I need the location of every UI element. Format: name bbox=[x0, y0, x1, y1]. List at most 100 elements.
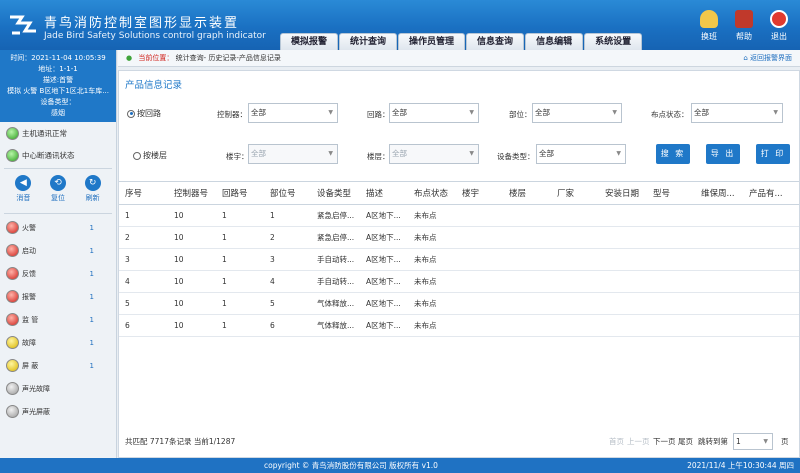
nav-info-query[interactable]: 信息查询 bbox=[466, 33, 525, 50]
location-pin-icon: ● bbox=[126, 54, 133, 62]
table-header: 序号 控制器号 回路号 部位号 设备类型 描述 布点状态 楼宇 楼层 厂家 安装… bbox=[119, 181, 799, 205]
breadcrumb-path: 统计查询- 历史记录-产品信息记录 bbox=[175, 54, 281, 62]
nav-statistics[interactable]: 统计查询 bbox=[339, 33, 398, 50]
main-content: 产品信息记录 按回路 控制器： 全部 ▼ 回路： 全部 ▼ 部位： 全部 ▼ 布点状态… bbox=[118, 70, 800, 458]
shift-change-button[interactable]: 换班 bbox=[694, 10, 724, 42]
part-select[interactable]: 全部 ▼ bbox=[532, 103, 622, 123]
building-label: 楼宇： bbox=[226, 152, 249, 161]
chevron-down-icon: ▼ bbox=[763, 438, 768, 445]
table-row[interactable]: 5 10 1 5 气体释放... A区地下... 未布点 bbox=[119, 293, 799, 315]
floor-select[interactable]: 全部 ▼ bbox=[389, 144, 479, 164]
first-page-button[interactable]: 首页 bbox=[609, 436, 624, 447]
app-subtitle: Jade Bird Safety Solutions control graph… bbox=[44, 31, 266, 41]
status-feedback[interactable]: 反馈 1 bbox=[0, 262, 116, 285]
print-button[interactable]: 打 印 bbox=[756, 144, 790, 164]
help-button[interactable]: 帮助 bbox=[729, 10, 759, 42]
info-description: 描述:首警 bbox=[42, 76, 74, 84]
copyright: copyright © 青鸟消防股份有限公司 版权所有 v1.0 bbox=[264, 461, 438, 470]
column-header[interactable]: 楼层 bbox=[509, 182, 526, 206]
status-count: 1 bbox=[89, 269, 94, 278]
radio-by-loop[interactable]: 按回路 bbox=[127, 108, 161, 119]
nav-info-edit[interactable]: 信息编辑 bbox=[525, 33, 584, 50]
refresh-icon: ↻ bbox=[84, 175, 101, 191]
reset-icon: ⟲ bbox=[49, 175, 66, 191]
refresh-button[interactable]: ↻ 刷新 bbox=[84, 175, 101, 207]
radio-unchecked-icon bbox=[133, 151, 141, 160]
chevron-down-icon: ▼ bbox=[773, 109, 778, 116]
chevron-down-icon: ▼ bbox=[469, 150, 474, 157]
device-type-label: 设备类型： bbox=[497, 152, 535, 161]
back-to-alarm-link[interactable]: ⌂ 返回报警界面 bbox=[743, 50, 792, 67]
status-count: 1 bbox=[89, 361, 94, 370]
column-header[interactable]: 安装日期 bbox=[605, 182, 639, 206]
controller-select[interactable]: 全部 ▼ bbox=[248, 103, 338, 123]
column-header[interactable]: 布点状态 bbox=[414, 182, 448, 206]
radio-by-floor[interactable]: 按楼层 bbox=[133, 150, 167, 161]
yellow-led-icon bbox=[6, 359, 19, 372]
nav-system-settings[interactable]: 系统设置 bbox=[584, 33, 643, 50]
search-button[interactable]: 搜 索 bbox=[656, 144, 690, 164]
status-start[interactable]: 启动 1 bbox=[0, 239, 116, 262]
next-page-button[interactable]: 下一页 bbox=[653, 436, 676, 447]
export-button[interactable]: 导 出 bbox=[706, 144, 740, 164]
status-fault[interactable]: 故障 1 bbox=[0, 331, 116, 354]
chevron-down-icon: ▼ bbox=[616, 150, 621, 157]
status-supervise[interactable]: 监 管 1 bbox=[0, 308, 116, 331]
column-header[interactable]: 回路号 bbox=[222, 182, 248, 206]
column-header[interactable]: 型号 bbox=[653, 182, 670, 206]
red-led-icon bbox=[6, 313, 19, 326]
table-row[interactable]: 1 10 1 1 紧急启停... A区地下... 未布点 bbox=[119, 205, 799, 227]
status-count: 1 bbox=[89, 292, 94, 301]
chevron-down-icon: ▼ bbox=[328, 150, 333, 157]
nav-operator-management[interactable]: 操作员管理 bbox=[398, 33, 466, 50]
table-row[interactable]: 6 10 1 6 气体释放... A区地下... 未布点 bbox=[119, 315, 799, 337]
part-label: 部位： bbox=[509, 110, 532, 119]
info-device-type-value: 感烟 bbox=[51, 109, 65, 117]
point-state-select[interactable]: 全部 ▼ bbox=[691, 103, 783, 123]
column-header[interactable]: 设备类型 bbox=[317, 182, 351, 206]
table-row[interactable]: 3 10 1 3 手自动转... A区地下... 未布点 bbox=[119, 249, 799, 271]
footer-datetime: 2021/11/4 上午10:30:44 周四 bbox=[687, 461, 794, 470]
info-device-type-label: 设备类型： bbox=[40, 98, 76, 106]
table-row[interactable]: 4 10 1 4 手自动转... A区地下... 未布点 bbox=[119, 271, 799, 293]
column-header[interactable]: 维保周... bbox=[701, 182, 749, 206]
red-led-icon bbox=[6, 290, 19, 303]
exit-button[interactable]: 退出 bbox=[764, 10, 794, 42]
records-table: 序号 控制器号 回路号 部位号 设备类型 描述 布点状态 楼宇 楼层 厂家 安装… bbox=[119, 181, 799, 337]
floor-label: 楼层： bbox=[367, 152, 390, 161]
speaker-icon: ◀ bbox=[15, 175, 32, 191]
status-fire-alarm[interactable]: 火警 1 bbox=[0, 216, 116, 239]
column-header[interactable]: 厂家 bbox=[557, 182, 574, 206]
page-number-select[interactable]: 1 ▼ bbox=[733, 433, 773, 450]
loop-select[interactable]: 全部 ▼ bbox=[389, 103, 479, 123]
breadcrumb: ● 当前位置： 统计查询- 历史记录-产品信息记录 ⌂ 返回报警界面 bbox=[118, 50, 800, 67]
record-summary: 共匹配 7717条记录 当前1/1287 bbox=[125, 437, 236, 446]
book-icon bbox=[735, 10, 753, 28]
column-header[interactable]: 产品有... bbox=[749, 182, 797, 206]
column-header[interactable]: 序号 bbox=[125, 182, 142, 206]
jump-label: 跳转到第 bbox=[698, 437, 728, 446]
prev-page-button[interactable]: 上一页 bbox=[627, 436, 650, 447]
silence-button[interactable]: ◀ 消音 bbox=[15, 175, 32, 207]
nav-simulate-alarm[interactable]: 模拟报警 bbox=[280, 33, 339, 50]
status-count: 1 bbox=[89, 338, 94, 347]
column-header[interactable]: 描述 bbox=[366, 182, 383, 206]
column-header[interactable]: 部位号 bbox=[270, 182, 296, 206]
column-header[interactable]: 控制器号 bbox=[174, 182, 208, 206]
status-shield[interactable]: 屏 蔽 1 bbox=[0, 354, 116, 377]
building-select[interactable]: 全部 ▼ bbox=[248, 144, 338, 164]
device-type-select[interactable]: 全部 ▼ bbox=[536, 144, 626, 164]
green-led-icon bbox=[6, 126, 19, 140]
home-icon: ⌂ bbox=[743, 54, 748, 62]
reset-button[interactable]: ⟲ 复位 bbox=[49, 175, 66, 207]
info-time: 时间：2021-11-04 10:05:39 bbox=[10, 54, 106, 62]
table-row[interactable]: 2 10 1 2 紧急启停... A区地下... 未布点 bbox=[119, 227, 799, 249]
status-sound-light-shield[interactable]: 声光屏蔽 bbox=[0, 400, 116, 423]
footer: copyright © 青鸟消防股份有限公司 版权所有 v1.0 2021/11… bbox=[0, 458, 800, 473]
column-header[interactable]: 楼宇 bbox=[462, 182, 479, 206]
status-sound-light-fault[interactable]: 声光故障 bbox=[0, 377, 116, 400]
status-alarm[interactable]: 报警 1 bbox=[0, 285, 116, 308]
control-tools: ◀ 消音 ⟲ 复位 ↻ 刷新 bbox=[0, 171, 116, 211]
last-page-button[interactable]: 尾页 bbox=[678, 436, 693, 447]
yellow-led-icon bbox=[6, 336, 19, 349]
